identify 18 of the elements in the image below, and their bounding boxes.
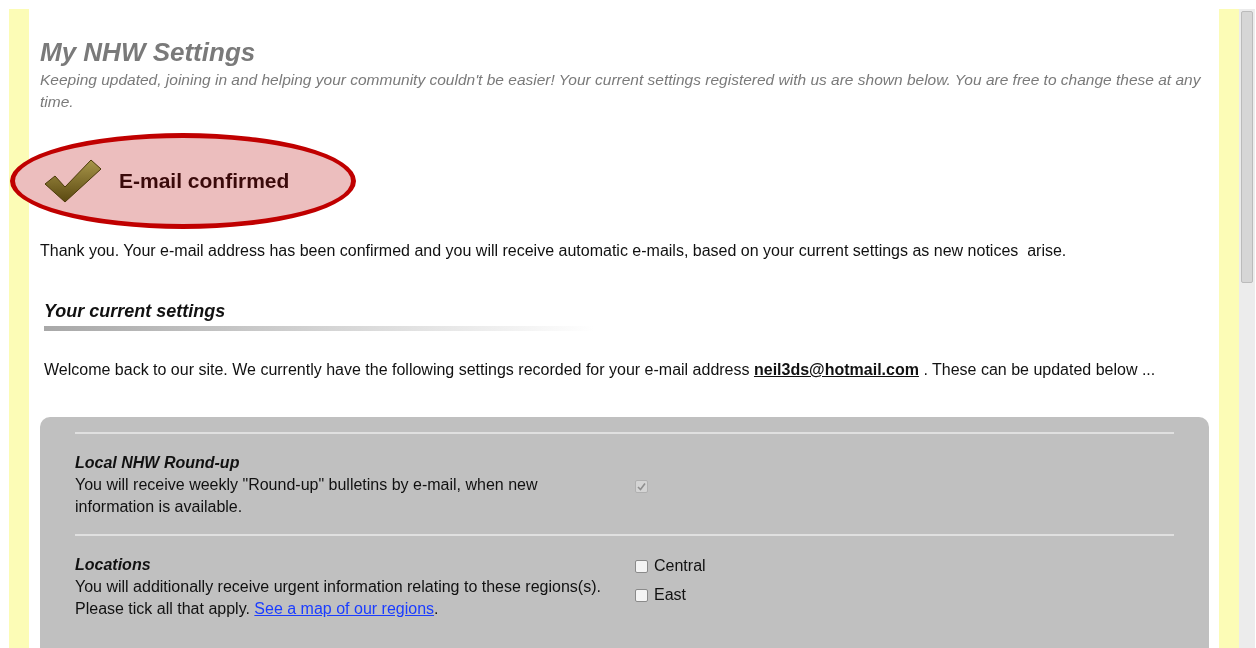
- email-link[interactable]: neil3ds@hotmail.com: [753, 361, 919, 378]
- checkbox[interactable]: [635, 588, 648, 602]
- intro-text: Keeping updated, joining in and helping your community couldn't be easier! Your current settings registered with us are shown below. You are free to change these at any time.: [40, 70, 1202, 112]
- setting-title: Locations: [75, 555, 152, 575]
- page-title: My NHW Settings: [40, 37, 257, 67]
- checkmark-icon: [43, 158, 103, 204]
- welcome-text: . These can be updated below ...: [922, 361, 1156, 378]
- setting-description: You will receive weekly "Round-up" bulletins by e-mail, when new information is available.: [75, 475, 539, 517]
- checkbox[interactable]: [635, 559, 648, 573]
- welcome-text: Welcome back to our site. We currently have the following settings recorded for your e-mail address: [44, 361, 751, 378]
- section-heading: Your current settings: [44, 300, 227, 323]
- setting-title: Local NHW Round-up: [75, 453, 241, 473]
- option-label: East: [654, 585, 686, 605]
- confirmation-label: E-mail confirmed: [119, 168, 290, 195]
- confirmation-message: Thank you. Your e-mail address has been confirmed and you will receive automatic e-mails, based on your current settings as new notices arise.: [40, 241, 1068, 261]
- option-label: Central: [654, 556, 706, 576]
- setting-description: You will additionally receive urgent information relating to these regions(s). Please tick all that apply. See a map of our regions.: [75, 577, 602, 619]
- scrollbar[interactable]: [1239, 9, 1255, 648]
